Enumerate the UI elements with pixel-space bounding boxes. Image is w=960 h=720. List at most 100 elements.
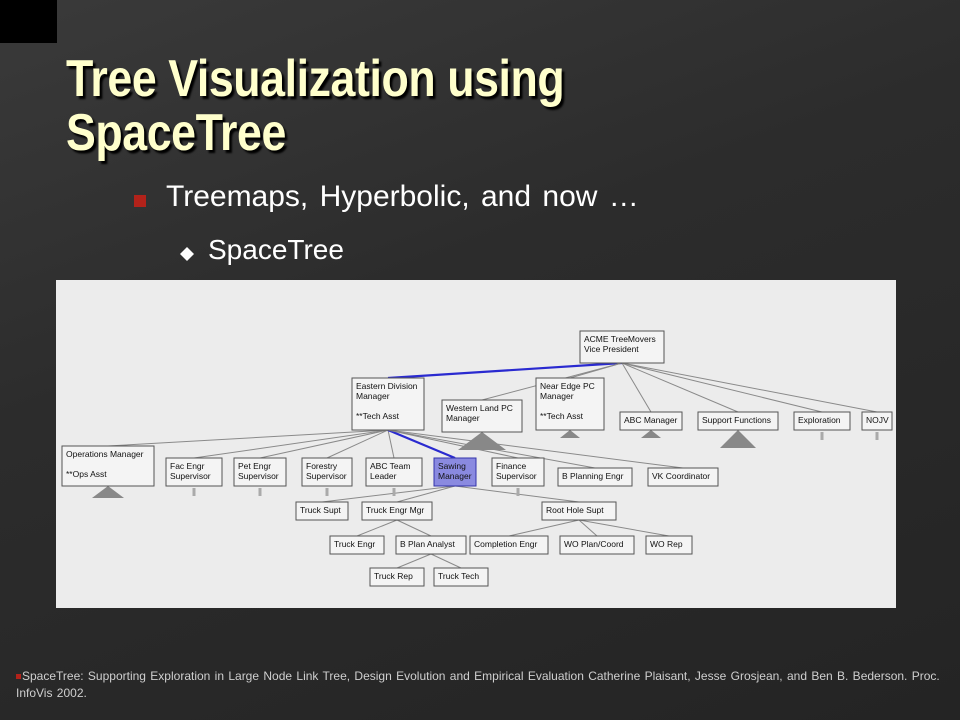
tree-node-support-functions[interactable]: Support Functions	[697, 411, 779, 431]
tree-node-truck-engr[interactable]: Truck Engr	[329, 535, 385, 555]
tree-node-abc-team[interactable]: ABC TeamLeader	[365, 457, 423, 487]
node-label: B Plan Analyst	[400, 539, 455, 549]
tree-node-wo-rep[interactable]: WO Rep	[645, 535, 693, 555]
collapsed-subtree-stub[interactable]	[392, 488, 396, 496]
collapsed-subtree-stub[interactable]	[875, 432, 879, 440]
collapsed-subtree-triangle[interactable]	[720, 430, 756, 448]
citation-footnote: SpaceTree: Supporting Exploration in Lar…	[16, 668, 946, 702]
node-label: B Planning Engr	[562, 471, 624, 481]
node-label: WO Plan/Coord	[564, 539, 624, 549]
tree-edge-b_plan_analyst-truck_tech	[430, 553, 462, 569]
node-label: ABC Manager	[624, 415, 678, 425]
tree-node-truck-rep[interactable]: Truck Rep	[369, 567, 425, 587]
node-label: Truck Rep	[374, 571, 413, 581]
node-label: Supervisor	[306, 471, 347, 481]
footnote-text: SpaceTree: Supporting Exploration in Lar…	[16, 669, 940, 700]
node-label: Supervisor	[496, 471, 537, 481]
title-line-2: SpaceTree	[66, 104, 286, 162]
footnote-bullet-icon	[16, 674, 21, 680]
node-label: Exploration	[798, 415, 841, 425]
node-label: Eastern Division	[356, 381, 418, 391]
node-label: Truck Engr Mgr	[366, 505, 424, 515]
tree-edge-b_plan_analyst-truck_rep	[396, 553, 432, 569]
tree-node-abc-manager[interactable]: ABC Manager	[619, 411, 683, 431]
node-label: NOJV	[866, 415, 889, 425]
title-line-1: Tree Visualization using	[66, 50, 565, 108]
tree-node-forestry[interactable]: ForestrySupervisor	[301, 457, 353, 487]
tree-node-eastern[interactable]: Eastern DivisionManager **Tech Asst	[351, 377, 425, 431]
collapsed-subtree-triangle[interactable]	[92, 486, 124, 498]
collapsed-subtree-stub[interactable]	[516, 488, 520, 496]
tree-node-completion-engr[interactable]: Completion Engr	[469, 535, 549, 555]
node-label: Truck Supt	[300, 505, 341, 515]
collapsed-subtree-stub[interactable]	[258, 488, 262, 496]
tree-node-finance[interactable]: FinanceSupervisor	[491, 457, 545, 487]
tree-edge-sawing-truck_supt	[321, 485, 456, 503]
node-label: Manager	[540, 391, 574, 401]
tree-node-b-plan-analyst[interactable]: B Plan Analyst	[395, 535, 467, 555]
node-label: Operations Manager	[66, 449, 144, 459]
node-label: WO Rep	[650, 539, 683, 549]
tree-node-root[interactable]: ACME TreeMoversVice President	[579, 330, 665, 364]
node-label: Sawing	[438, 461, 466, 471]
node-label: Supervisor	[238, 471, 279, 481]
node-label: Manager	[438, 471, 472, 481]
node-label: Manager	[356, 391, 390, 401]
node-label: Root Hole Supt	[546, 505, 604, 515]
tree-edge-eastern-fac_engr	[193, 429, 389, 459]
tree-edge-eastern-pet_engr	[259, 429, 389, 459]
tree-edge-root-exploration	[621, 362, 823, 413]
tree-node-vk-coord[interactable]: VK Coordinator	[647, 467, 719, 487]
tree-node-exploration[interactable]: Exploration	[793, 411, 851, 431]
spacetree-figure: ACME TreeMovers Vice President Eastern Div…	[56, 280, 896, 608]
tree-node-near-edge[interactable]: Near Edge PCManager **Tech Asst	[535, 377, 605, 431]
node-label: Support Functions	[702, 415, 771, 425]
slide-title: Tree Visualization using SpaceTree	[66, 52, 771, 160]
node-label: Truck Tech	[438, 571, 479, 581]
tree-node-wo-plan[interactable]: WO Plan/Coord	[559, 535, 635, 555]
square-bullet-icon	[134, 195, 146, 207]
node-label: Completion Engr	[474, 539, 537, 549]
node-label: ABC Team	[370, 461, 410, 471]
tree-node-sawing[interactable]: SawingManager	[433, 457, 477, 487]
bullet-text-2: SpaceTree	[208, 234, 344, 265]
tree-node-truck-tech[interactable]: Truck Tech	[433, 567, 489, 587]
tree-node-fac-engr[interactable]: Fac EngrSupervisor	[165, 457, 223, 487]
tree-edge-root-abc_manager	[621, 362, 652, 413]
node-label: Supervisor	[170, 471, 211, 481]
tree-edge-root_hole-completion_engr	[508, 519, 580, 537]
collapsed-subtree-triangle[interactable]	[560, 430, 580, 438]
tree-node-operations[interactable]: Operations Manager **Ops Asst	[61, 445, 155, 487]
node-label: ACME TreeMovers	[584, 334, 656, 344]
collapsed-subtree-triangle[interactable]	[458, 432, 506, 450]
node-label: Finance	[496, 461, 527, 471]
tree-node-b-planning[interactable]: B Planning Engr	[557, 467, 633, 487]
tree-edge-truck_engr_mgr-truck_engr	[356, 519, 398, 537]
tree-node-truck-supt[interactable]: Truck Supt	[295, 501, 349, 521]
tree-edge-root-eastern	[387, 361, 623, 380]
node-label: Western Land PC	[446, 403, 513, 413]
node-label: **Tech Asst	[356, 411, 400, 421]
tree-edge-root-nojv	[621, 362, 878, 413]
collapsed-subtree-triangle[interactable]	[641, 430, 661, 438]
collapsed-subtree-stub[interactable]	[325, 488, 329, 496]
tree-node-western[interactable]: Western Land PCManager	[441, 399, 523, 433]
spacetree-diagram: ACME TreeMoversVice President Eastern Div…	[61, 330, 893, 587]
node-label: Forestry	[306, 461, 338, 471]
bullet-text-1: Treemaps, Hyperbolic, and now …	[166, 180, 639, 213]
tree-node-root-hole[interactable]: Root Hole Supt	[541, 501, 617, 521]
tree-node-truck-engr-mgr[interactable]: Truck Engr Mgr	[361, 501, 433, 521]
corner-block	[0, 0, 57, 43]
node-label: Truck Engr	[334, 539, 375, 549]
tree-edge-truck_engr_mgr-b_plan_analyst	[396, 519, 432, 537]
node-label: VK Coordinator	[652, 471, 710, 481]
tree-edge-eastern-abc_team	[387, 429, 395, 459]
tree-edge-root_hole-wo_rep	[578, 519, 670, 537]
tree-node-pet-engr[interactable]: Pet EngrSupervisor	[233, 457, 287, 487]
node-label: **Ops Asst	[66, 469, 107, 479]
collapsed-subtree-stub[interactable]	[820, 432, 824, 440]
tree-edge-eastern-operations	[107, 429, 389, 447]
collapsed-subtree-stub[interactable]	[192, 488, 196, 496]
node-label: **Tech Asst	[540, 411, 584, 421]
tree-node-nojv[interactable]: NOJV	[861, 411, 893, 431]
